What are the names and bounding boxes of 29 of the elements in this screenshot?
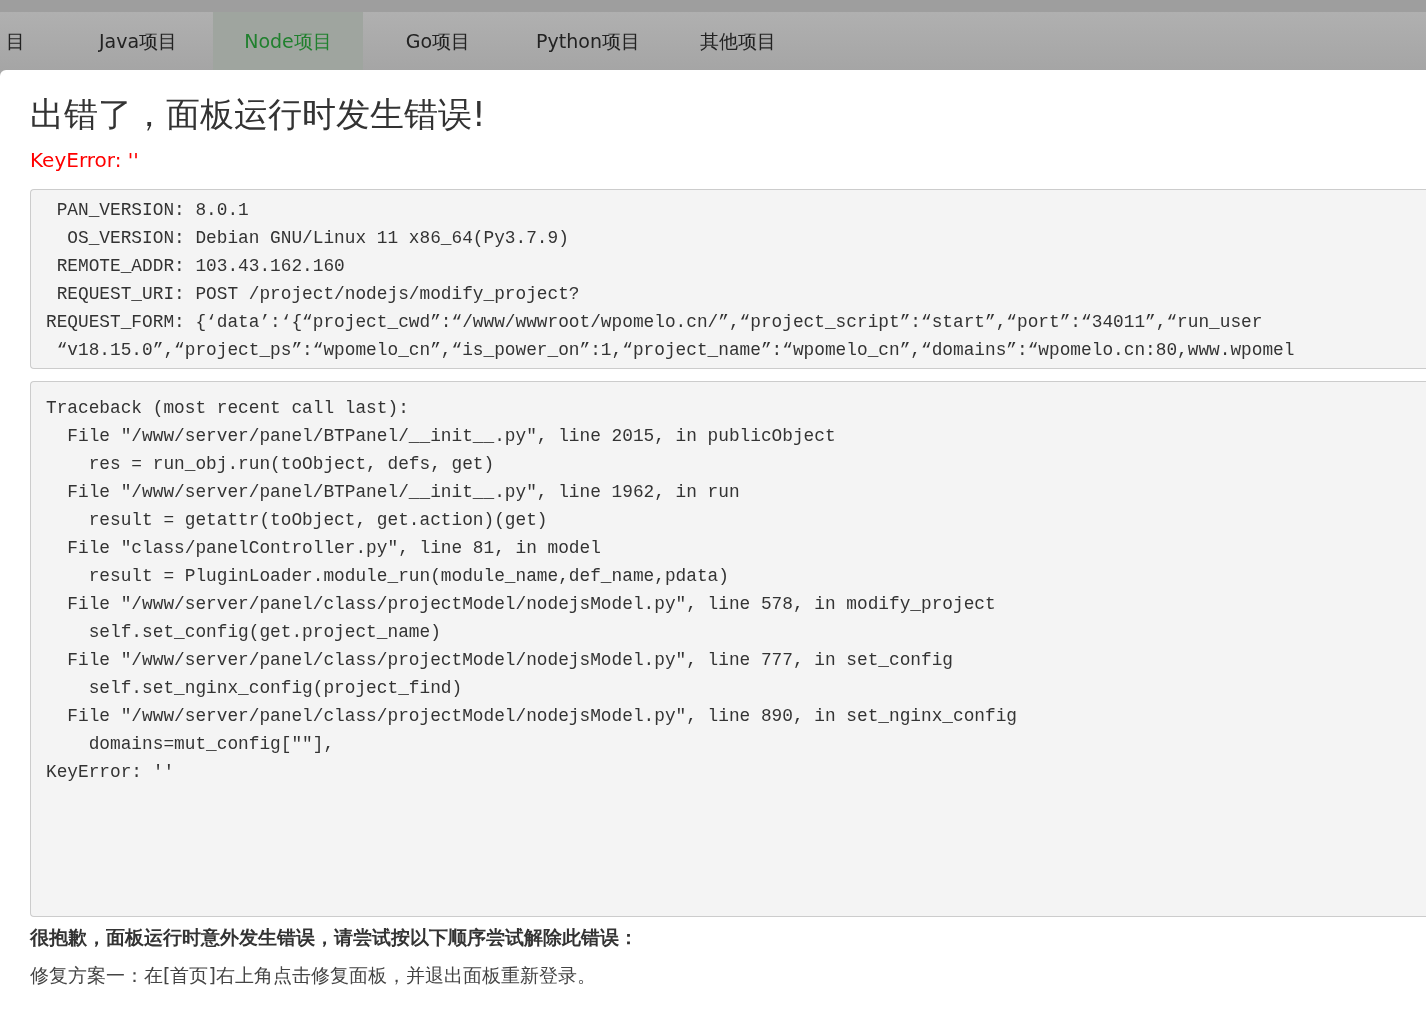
- nav-tab[interactable]: Java项目: [63, 12, 213, 70]
- error-message: KeyError: '': [30, 146, 140, 174]
- code-line: File "/www/server/panel/BTPanel/__init__.py", line 2015, in publicObject: [66, 424, 836, 448]
- code-line: self.set_nginx_config(project_find): [87, 676, 463, 700]
- code-line: result = PluginLoader.module_run(module_name,def_name,pdata): [87, 564, 729, 588]
- code-line: self.set_config(get.project_name): [87, 620, 441, 644]
- nav-tab[interactable]: Python项目: [513, 12, 663, 70]
- code-line: “v18.15.0”,“project_ps”:“wpomelo_cn”,“is_power_on”:1,“project_name”:“wpomelo_cn”,“domains”:“wpomelo.cn:80,www.wpomel: [55, 338, 1295, 362]
- code-line: res = run_obj.run(toObject, defs, get): [87, 452, 495, 476]
- code-line: REMOTE_ADDR: 103.43.162.160: [55, 254, 345, 278]
- code-line: File "class/panelController.py", line 81, in model: [66, 536, 601, 560]
- code-line: domains=mut_config[""],: [87, 732, 335, 756]
- code-line: File "/www/server/panel/BTPanel/__init__.py", line 1962, in run: [66, 480, 740, 504]
- help-heading: 很抱歉，面板运行时意外发生错误，请尝试按以下顺序尝试解除此错误：: [30, 924, 638, 950]
- nav-tab[interactable]: 目: [0, 12, 63, 70]
- code-line: PAN_VERSION: 8.0.1: [55, 198, 249, 222]
- error-title: 出错了，面板运行时发生错误!: [30, 94, 487, 135]
- code-line: File "/www/server/panel/class/projectModel/nodejsModel.py", line 777, in set_config: [66, 648, 953, 672]
- code-line: REQUEST_URI: POST /project/nodejs/modify_project?: [55, 282, 580, 306]
- code-line: result = getattr(toObject, get.action)(get): [87, 508, 548, 532]
- code-line: File "/www/server/panel/class/projectModel/nodejsModel.py", line 578, in modify_project: [66, 592, 996, 616]
- nav-tab[interactable]: 其他项目: [663, 12, 813, 70]
- fix-step: 修复方案一：在[首页]右上角点击修复面板，并退出面板重新登录。: [30, 961, 596, 990]
- code-line: Traceback (most recent call last):: [46, 396, 409, 420]
- nav-tab[interactable]: Go项目: [363, 12, 513, 70]
- code-line: REQUEST_FORM: {‘data’:‘{“project_cwd”:“/www/wwwroot/wpomelo.cn/”,“project_script”:“start”,“port”:“34011”,“run_user: [46, 310, 1263, 334]
- code-line: KeyError: '': [46, 760, 175, 784]
- code-line: OS_VERSION: Debian GNU/Linux 11 x86_64(Py3.7.9): [66, 226, 569, 250]
- code-line: File "/www/server/panel/class/projectModel/nodejsModel.py", line 890, in set_nginx_config: [66, 704, 1017, 728]
